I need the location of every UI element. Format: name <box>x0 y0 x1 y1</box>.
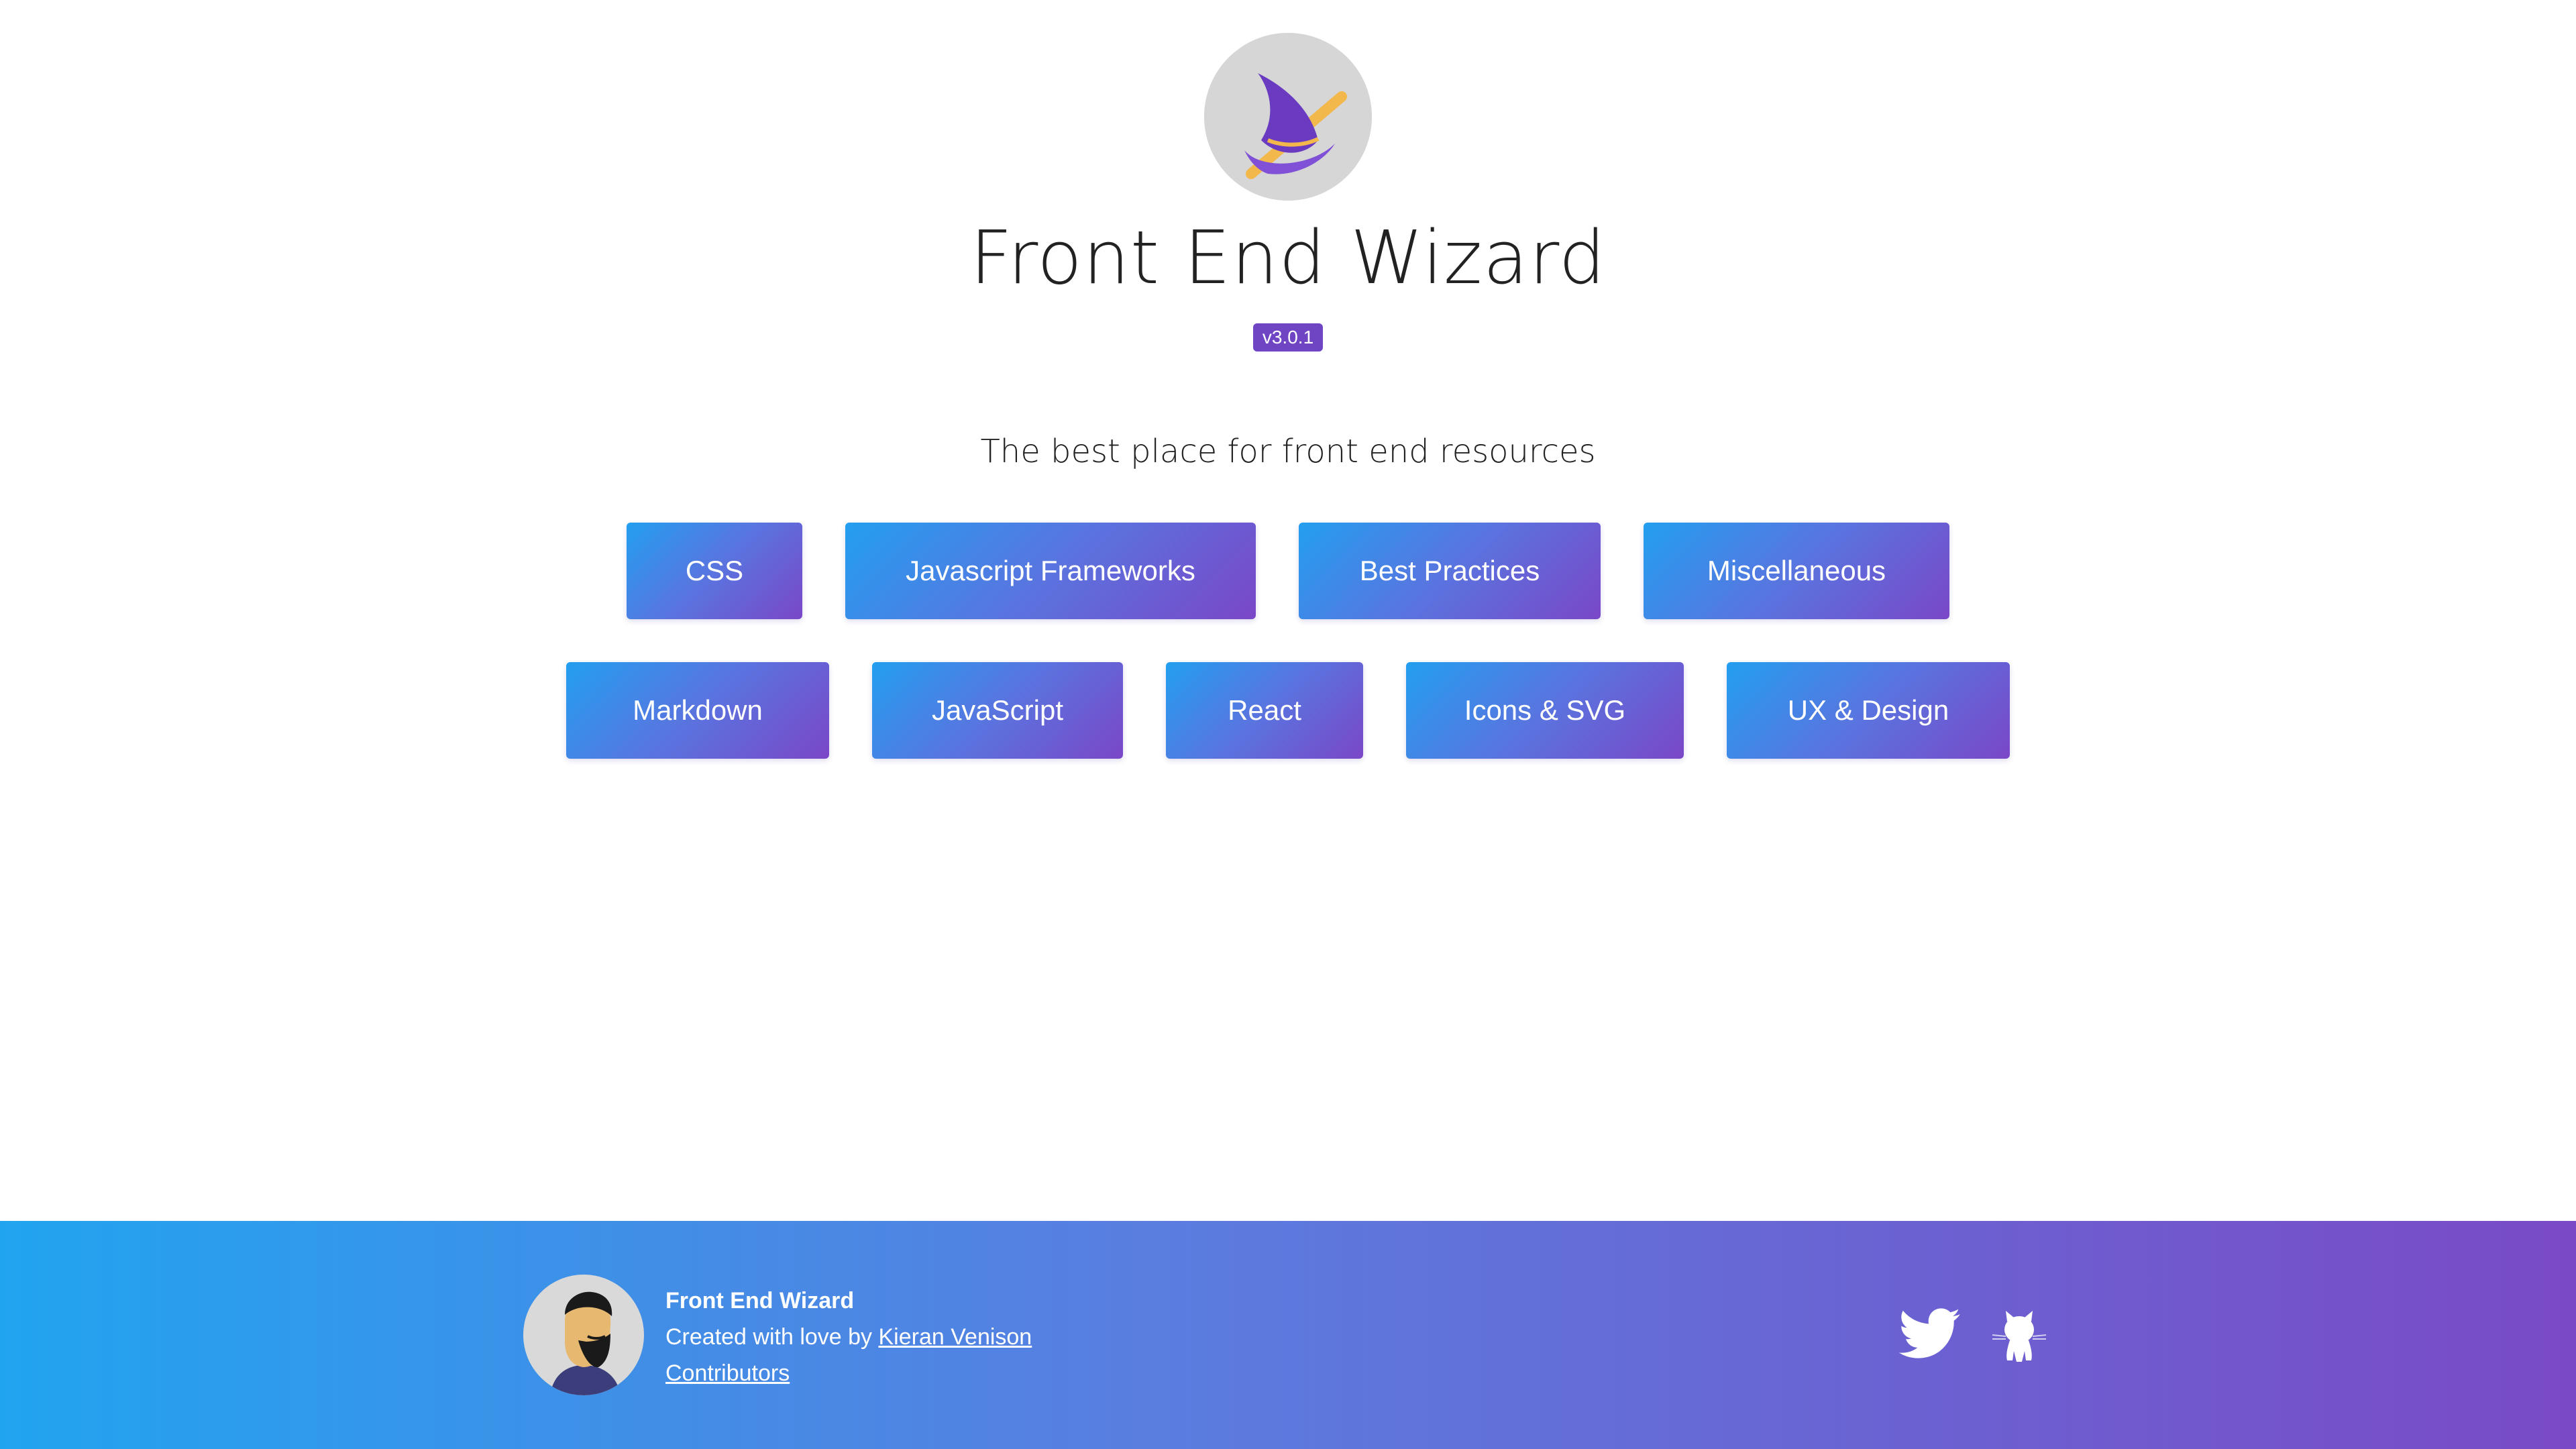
author-link[interactable]: Kieran Venison <box>879 1324 1032 1350</box>
page-title: Front End Wizard <box>969 215 1607 301</box>
category-button-miscellaneous[interactable]: Miscellaneous <box>1644 523 1949 619</box>
footer-brand: Front End Wizard <box>665 1288 855 1313</box>
category-button-javascript[interactable]: JavaScript <box>872 662 1123 759</box>
footer-created-line: Created with love by Kieran Venison <box>665 1319 1032 1355</box>
category-button-best-practices[interactable]: Best Practices <box>1299 523 1601 619</box>
category-button-css[interactable]: CSS <box>627 523 802 619</box>
footer-credits: Front End Wizard Created with love by Ki… <box>665 1283 1032 1391</box>
category-button-markdown[interactable]: Markdown <box>566 662 829 759</box>
twitter-icon <box>1898 1308 1960 1358</box>
created-prefix: Created with love by <box>665 1324 873 1350</box>
version-badge: v3.0.1 <box>1253 323 1323 352</box>
wizard-hat-icon <box>1204 33 1372 201</box>
github-icon <box>1992 1311 2047 1362</box>
author-portrait-icon <box>523 1275 644 1395</box>
category-button-icons-svg[interactable]: Icons & SVG <box>1406 662 1684 759</box>
site-logo <box>1204 33 1372 201</box>
contributors-link[interactable]: Contributors <box>665 1360 790 1386</box>
tagline: The best place for front end resources <box>980 433 1596 470</box>
footer: Front End Wizard Created with love by Ki… <box>0 1221 2576 1449</box>
category-button-javascript-frameworks[interactable]: Javascript Frameworks <box>845 523 1256 619</box>
twitter-link[interactable] <box>1896 1301 1963 1368</box>
github-link[interactable] <box>1986 1301 2053 1368</box>
author-avatar <box>523 1275 644 1395</box>
category-button-react[interactable]: React <box>1166 662 1363 759</box>
category-button-ux-design[interactable]: UX & Design <box>1727 662 2010 759</box>
